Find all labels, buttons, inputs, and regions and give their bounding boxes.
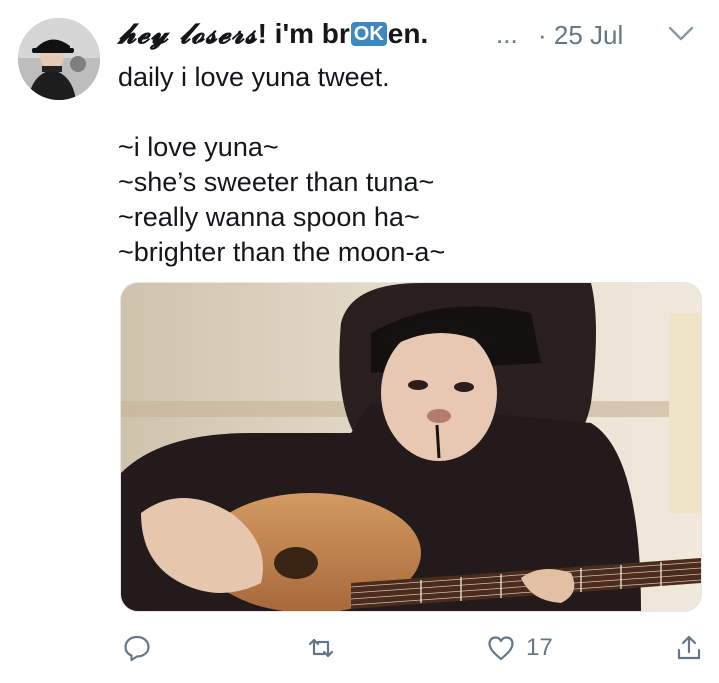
share-icon bbox=[677, 635, 701, 660]
tweet-line: ~she’s sweeter than tuna~ bbox=[118, 167, 435, 197]
tweet-text: daily i love yuna tweet. ~i love yuna~ ~… bbox=[118, 60, 678, 270]
share-button[interactable] bbox=[674, 628, 704, 668]
chevron-down-icon[interactable] bbox=[667, 22, 695, 44]
like-button[interactable]: 17 bbox=[486, 628, 553, 668]
tweet-line: ~really wanna spoon ha~ bbox=[118, 202, 420, 232]
tweet-media-image[interactable] bbox=[120, 282, 702, 612]
tweet-line: ~i love yuna~ bbox=[118, 132, 279, 162]
display-name-fancy: 𝓱𝓮𝔂 𝓵𝓸𝓼𝓮𝓻𝓼 bbox=[118, 17, 258, 50]
display-name-end: en. bbox=[387, 18, 429, 49]
tweet-actions: 17 bbox=[118, 628, 708, 668]
tweet-line-break bbox=[118, 95, 678, 130]
reply-icon bbox=[124, 635, 150, 662]
avatar[interactable] bbox=[18, 18, 100, 100]
tweet-line: ~brighter than the moon-a~ bbox=[118, 237, 446, 267]
retweet-button[interactable] bbox=[306, 628, 346, 668]
tweet-date[interactable]: · 25 Jul bbox=[538, 20, 623, 50]
reply-button[interactable] bbox=[122, 628, 162, 668]
display-name-mid: ! i'm br bbox=[257, 18, 350, 49]
ok-emoji: OK bbox=[350, 22, 387, 46]
display-name[interactable]: 𝓱𝓮𝔂 𝓵𝓸𝓼𝓮𝓻𝓼! i'm br OK en. bbox=[118, 18, 428, 50]
tweet-header: 𝓱𝓮𝔂 𝓵𝓸𝓼𝓮𝓻𝓼! i'm br OK en. ... · 25 Jul bbox=[118, 14, 695, 54]
tweet-line: daily i love yuna tweet. bbox=[118, 62, 390, 92]
retweet-icon bbox=[308, 638, 334, 658]
heart-icon bbox=[488, 636, 514, 661]
name-truncation: ... bbox=[496, 19, 518, 49]
like-count: 17 bbox=[526, 634, 553, 661]
